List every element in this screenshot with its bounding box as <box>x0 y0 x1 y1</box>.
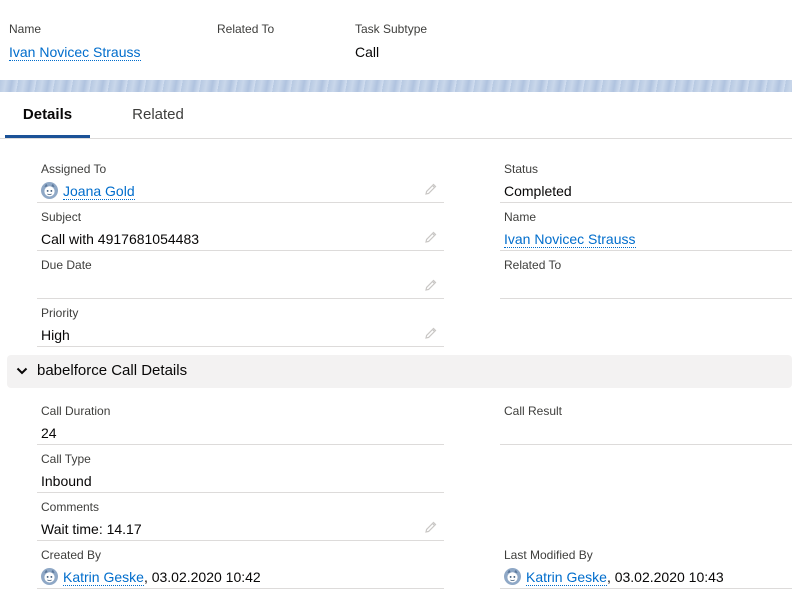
highlight-subtype-label: Task Subtype <box>355 22 428 36</box>
highlight-task-subtype: Task Subtype Call <box>355 22 427 61</box>
status-label: Status <box>504 162 539 176</box>
comments-value: Wait time: 14.17 <box>41 521 142 537</box>
related-to-label: Related To <box>504 258 562 272</box>
user-avatar-icon <box>41 568 58 585</box>
highlight-related-to: Related To <box>217 22 274 36</box>
due-date-label: Due Date <box>41 258 92 272</box>
header-banner <box>0 80 792 92</box>
call-duration-label: Call Duration <box>41 404 111 418</box>
last-modified-label: Last Modified By <box>504 548 593 562</box>
name-link[interactable]: Ivan Novicec Strauss <box>504 231 636 248</box>
field-call-result: Call Result <box>500 397 792 445</box>
highlight-name-label: Name <box>9 22 42 36</box>
created-by-label: Created By <box>41 548 102 562</box>
name-label: Name <box>504 210 537 224</box>
field-call-duration: Call Duration 24 <box>37 397 444 445</box>
chevron-down-icon <box>16 367 28 375</box>
edit-pencil-icon[interactable] <box>424 278 438 292</box>
field-priority: Priority High <box>37 299 444 347</box>
record-highlights: Name Ivan Novicec Strauss Related To Tas… <box>0 0 792 80</box>
call-duration-value: 24 <box>41 425 57 441</box>
field-created-by: Created By Katrin Geske, 03.02.2020 10:4… <box>37 541 444 589</box>
user-avatar-icon <box>504 568 521 585</box>
tab-related[interactable]: Related <box>120 92 196 138</box>
highlight-name-link[interactable]: Ivan Novicec Strauss <box>9 44 141 61</box>
field-due-date: Due Date <box>37 251 444 299</box>
priority-value: High <box>41 327 70 343</box>
subject-label: Subject <box>41 210 82 224</box>
section-babelforce-call-details[interactable]: babelforce Call Details <box>7 355 792 388</box>
last-modified-date: , 03.02.2020 10:43 <box>606 569 724 585</box>
tab-details[interactable]: Details <box>5 92 90 138</box>
last-modified-link[interactable]: Katrin Geske <box>526 569 607 586</box>
created-by-date: , 03.02.2020 10:42 <box>143 569 261 585</box>
field-name: Name Ivan Novicec Strauss <box>500 203 792 251</box>
highlight-subtype-value: Call <box>355 44 380 60</box>
edit-pencil-icon[interactable] <box>424 326 438 340</box>
field-related-to: Related To <box>500 251 792 299</box>
field-last-modified-by: Last Modified By Katrin Geske, 03.02.202… <box>500 541 792 589</box>
status-value: Completed <box>504 183 572 199</box>
subject-value: Call with 4917681054483 <box>41 231 200 247</box>
tab-bar: Details Related <box>0 92 792 139</box>
highlight-related-label: Related To <box>217 22 275 36</box>
assigned-to-label: Assigned To <box>41 162 107 176</box>
field-call-type: Call Type Inbound <box>37 445 444 493</box>
edit-pencil-icon[interactable] <box>424 520 438 534</box>
assigned-to-link[interactable]: Joana Gold <box>63 183 135 200</box>
field-assigned-to: Assigned To Joana Gold <box>37 155 444 203</box>
field-subject: Subject Call with 4917681054483 <box>37 203 444 251</box>
call-type-value: Inbound <box>41 473 92 489</box>
user-avatar-icon <box>41 182 58 199</box>
priority-label: Priority <box>41 306 79 320</box>
edit-pencil-icon[interactable] <box>424 230 438 244</box>
field-status: Status Completed <box>500 155 792 203</box>
comments-label: Comments <box>41 500 100 514</box>
field-comments: Comments Wait time: 14.17 <box>37 493 444 541</box>
section-title: babelforce Call Details <box>37 362 188 379</box>
highlight-name: Name Ivan Novicec Strauss <box>9 22 141 61</box>
edit-pencil-icon[interactable] <box>424 182 438 196</box>
call-type-label: Call Type <box>41 452 91 466</box>
call-result-label: Call Result <box>504 404 563 418</box>
created-by-link[interactable]: Katrin Geske <box>63 569 144 586</box>
